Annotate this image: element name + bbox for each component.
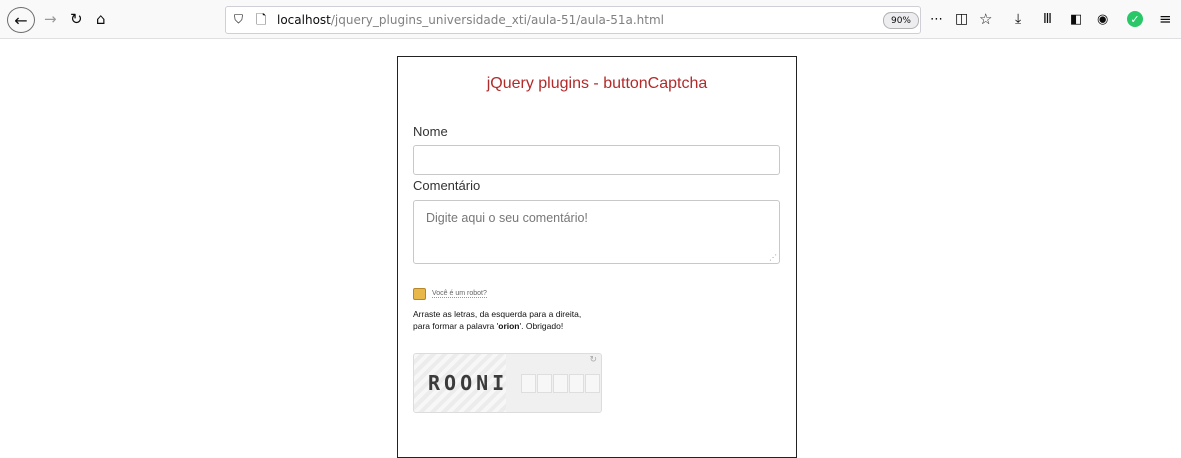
- browser-toolbar: ← → ↻ ⌂ ⛉ 🗋 localhost/jquery_plugins_uni…: [0, 0, 1181, 39]
- arrow-right-icon: →: [44, 10, 57, 28]
- button-captcha: ROONI ↻: [413, 353, 602, 413]
- reload-icon: ↻: [70, 10, 83, 28]
- library-icon[interactable]: Ⅲ: [1043, 6, 1052, 32]
- url-host: localhost: [277, 13, 331, 27]
- shield-icon: ⛉: [234, 12, 244, 26]
- form-card: jQuery plugins - buttonCaptcha Nome Come…: [397, 56, 797, 458]
- nome-label: Nome: [413, 124, 448, 139]
- check-extension-icon[interactable]: ✓: [1127, 11, 1143, 27]
- url-text: localhost/jquery_plugins_universidade_xt…: [277, 13, 664, 27]
- nome-input[interactable]: [413, 145, 780, 175]
- robot-link[interactable]: Você é um robot?: [432, 290, 487, 298]
- refresh-icon[interactable]: ↻: [589, 355, 597, 365]
- forward-button[interactable]: →: [44, 6, 57, 32]
- captcha-letters[interactable]: ROONI: [428, 371, 508, 395]
- pocket-icon[interactable]: ◫: [955, 6, 968, 32]
- captcha-slot[interactable]: [521, 374, 536, 393]
- home-icon: ⌂: [96, 10, 106, 28]
- captcha-slot[interactable]: [585, 374, 600, 393]
- bookmark-star-icon[interactable]: ☆: [979, 6, 992, 32]
- back-button[interactable]: ←: [7, 7, 35, 33]
- page-title: jQuery plugins - buttonCaptcha: [486, 75, 708, 92]
- comentario-placeholder: Digite aqui o seu comentário!: [426, 211, 588, 225]
- account-icon[interactable]: ◉: [1097, 6, 1108, 32]
- url-bar[interactable]: ⛉ 🗋 localhost/jquery_plugins_universidad…: [225, 6, 921, 34]
- url-path: /jquery_plugins_universidade_xti/aula-51…: [330, 13, 664, 27]
- sidebar-icon[interactable]: ◧: [1070, 6, 1082, 32]
- download-icon[interactable]: ⤓: [1015, 6, 1021, 32]
- arrow-left-icon: ←: [14, 10, 28, 30]
- instructions-word: orion: [498, 321, 520, 331]
- comentario-label: Comentário: [413, 178, 481, 193]
- comentario-textarea[interactable]: Digite aqui o seu comentário! ⋰: [413, 200, 780, 264]
- page-icon: 🗋: [256, 13, 267, 28]
- captcha-letters-area: ROONI: [414, 354, 506, 412]
- captcha-slot[interactable]: [553, 374, 568, 393]
- captcha-slot[interactable]: [569, 374, 584, 393]
- zoom-indicator[interactable]: 90%: [883, 12, 919, 29]
- lock-icon: [413, 288, 426, 300]
- captcha-instructions: Arraste as letras, da esquerda para a di…: [413, 308, 588, 332]
- captcha-slot[interactable]: [537, 374, 552, 393]
- robot-toggle[interactable]: Você é um robot?: [413, 288, 487, 300]
- page-actions-icon[interactable]: ⋯: [930, 6, 943, 32]
- reload-button[interactable]: ↻: [70, 6, 83, 32]
- captcha-drop-area: ↻: [506, 354, 601, 412]
- menu-icon[interactable]: ≡: [1159, 6, 1172, 32]
- resize-handle-icon[interactable]: ⋰: [769, 253, 777, 262]
- instructions-text-end: '. Obrigado!: [519, 321, 564, 331]
- home-button[interactable]: ⌂: [96, 6, 106, 32]
